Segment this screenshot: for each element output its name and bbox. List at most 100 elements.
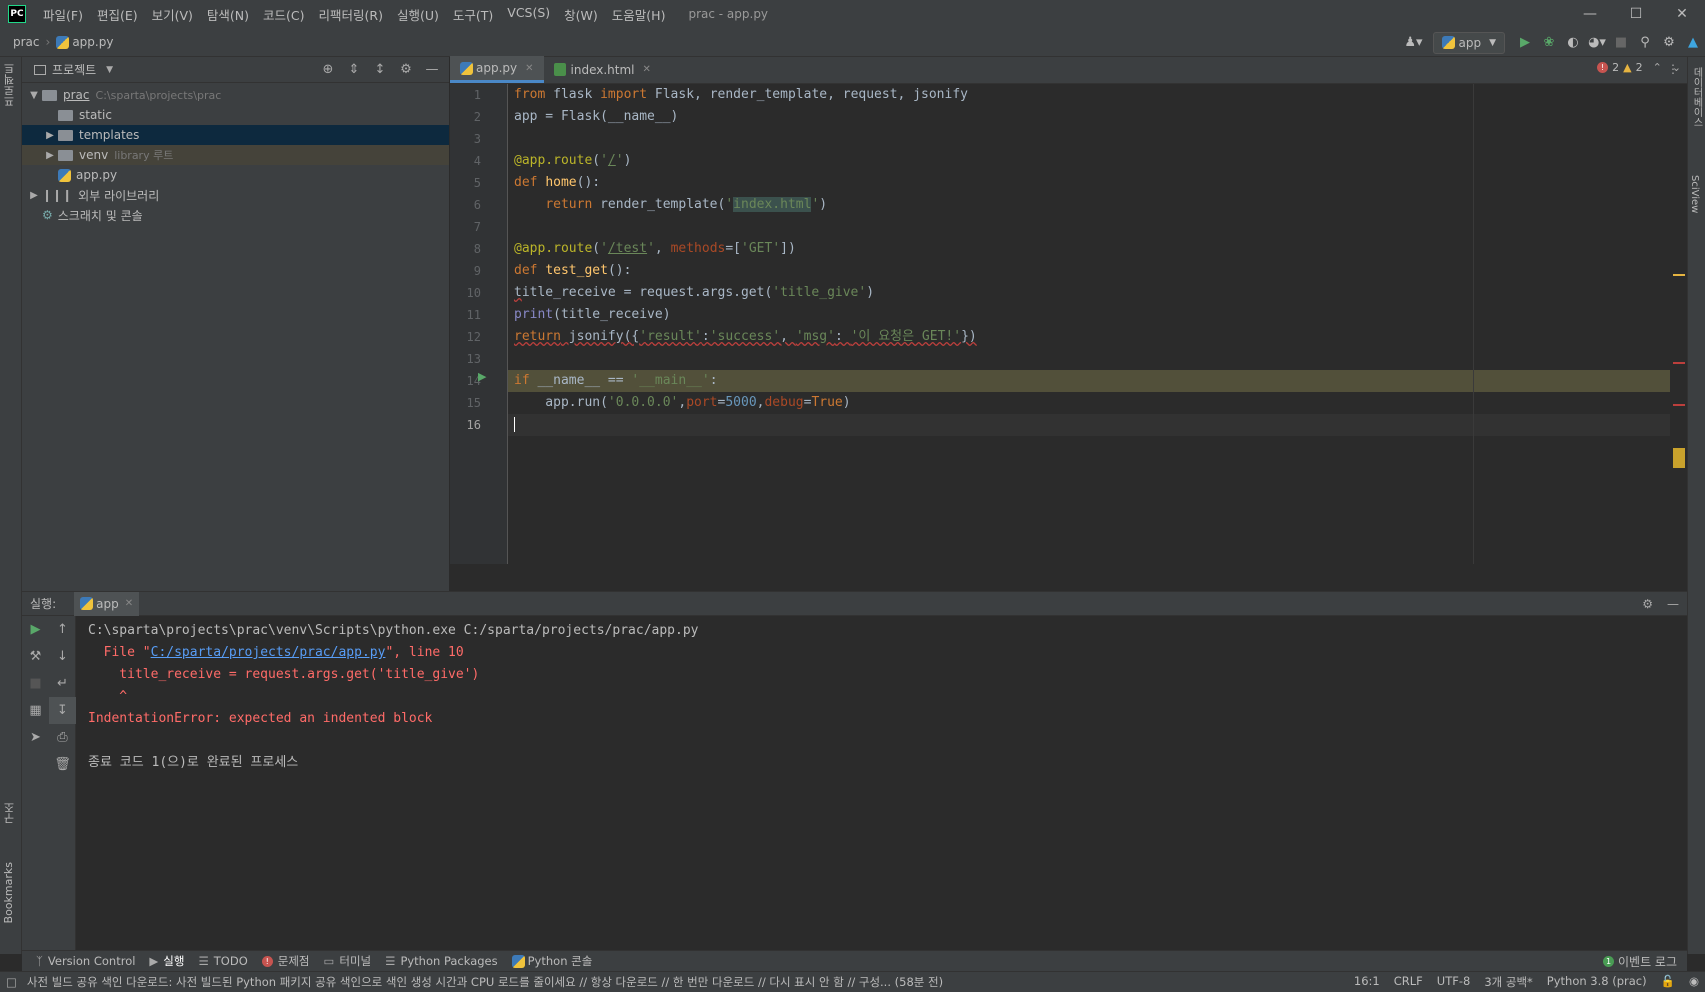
file-encoding[interactable]: UTF-8 [1437, 974, 1471, 990]
tab-index-html[interactable]: index.html ✕ [544, 56, 661, 83]
python-interpreter[interactable]: Python 3.8 (prac) [1547, 974, 1647, 990]
project-tool-tab[interactable]: 프로젝트 [2, 63, 18, 107]
jetbrains-toolbox-icon[interactable]: ▲ [1681, 35, 1705, 50]
close-icon[interactable]: ✕ [1659, 0, 1705, 28]
inspection-widget[interactable]: ! 2 ▲ 2 ⌃ ⌄ [1597, 61, 1681, 74]
rerun-icon[interactable]: ▶ [22, 616, 49, 643]
arrow-up-icon[interactable]: ↑ [49, 616, 76, 643]
arrow-down-icon[interactable]: ↓ [49, 643, 76, 670]
menu-view[interactable]: 보기(V) [145, 5, 200, 24]
tree-item-static[interactable]: static [22, 105, 449, 125]
chevron-down-icon[interactable]: ⌄ [1672, 61, 1681, 74]
tree-item-scratches[interactable]: ⚙ 스크래치 및 콘솔 [22, 205, 449, 225]
coverage-icon[interactable]: ◐ [1561, 35, 1585, 50]
tool-event-log[interactable]: 1 이벤트 로그 [1602, 953, 1677, 970]
structure-tool-tab[interactable]: 구조 [2, 802, 18, 824]
chevron-up-icon[interactable]: ⌃ [1653, 61, 1662, 74]
tool-todo[interactable]: ☰ TODO [198, 954, 247, 968]
tree-item-templates[interactable]: ▶ templates [22, 125, 449, 145]
tool-label: 이벤트 로그 [1617, 954, 1677, 969]
status-square-icon[interactable]: □ [0, 975, 17, 989]
user-icon[interactable]: ♟▾ [1401, 35, 1425, 50]
line-separator[interactable]: CRLF [1394, 974, 1423, 990]
database-tool-tab[interactable]: 데이터베이스 [1689, 67, 1704, 127]
status-message[interactable]: 사전 빌드 공유 색인 다운로드: 사전 빌드된 Python 패키지 공유 색… [17, 974, 1337, 990]
run-tab-app[interactable]: app ✕ [74, 591, 140, 616]
tool-python-packages[interactable]: ☰ Python Packages [385, 954, 498, 968]
maximize-icon[interactable]: ☐ [1613, 0, 1659, 28]
inspector-icon[interactable]: ◉ [1689, 974, 1699, 990]
close-icon[interactable]: ✕ [525, 63, 533, 74]
chevron-right-icon[interactable]: ▶ [42, 150, 58, 161]
run-configuration-select[interactable]: app ▼ [1433, 31, 1505, 54]
menu-edit[interactable]: 편집(E) [90, 5, 145, 24]
profile-icon[interactable]: ◕▾ [1585, 35, 1609, 50]
tree-item-venv[interactable]: ▶ venv library 루트 [22, 145, 449, 165]
stop-icon[interactable]: ■ [22, 670, 49, 697]
gear-icon[interactable]: ⚙ [393, 62, 419, 77]
indent-setting[interactable]: 3개 공백* [1484, 974, 1532, 990]
scroll-to-end-icon[interactable]: ↧ [49, 697, 76, 724]
expand-all-icon[interactable]: ⇕ [341, 62, 367, 77]
locate-icon[interactable]: ⊕ [315, 62, 341, 77]
tree-item-app-py[interactable]: app.py [22, 165, 449, 185]
menu-file[interactable]: 파일(F) [36, 5, 90, 24]
tab-app-py[interactable]: app.py ✕ [450, 56, 544, 83]
project-panel-title[interactable]: 프로젝트 [52, 61, 96, 78]
wrench-icon[interactable]: ⚒ [22, 643, 49, 670]
bookmarks-tool-tab[interactable]: Bookmarks [2, 862, 15, 923]
close-icon[interactable]: ✕ [643, 64, 651, 75]
tool-run[interactable]: ▶ 실행 [149, 953, 184, 969]
terminal-icon: ▭ [323, 954, 335, 968]
breadcrumb-project[interactable]: prac [13, 35, 40, 49]
collapse-all-icon[interactable]: ↕ [367, 62, 393, 77]
console-output[interactable]: C:\sparta\projects\prac\venv\Scripts\pyt… [88, 620, 698, 774]
tool-version-control[interactable]: ᛉ Version Control [36, 954, 135, 968]
folder-icon [58, 109, 73, 121]
stop-icon[interactable]: ■ [1609, 35, 1633, 50]
menu-code[interactable]: 코드(C) [256, 5, 311, 24]
sciview-tool-tab[interactable]: SciView [1689, 175, 1700, 213]
hide-icon[interactable]: — [419, 62, 445, 77]
debug-icon[interactable]: ❀ [1537, 35, 1561, 50]
breadcrumb-file[interactable]: app.py [72, 35, 113, 49]
line-number: 16 [466, 418, 481, 432]
run-icon[interactable]: ▶ [1513, 35, 1537, 50]
chevron-right-icon[interactable]: ▶ [26, 190, 42, 201]
layout-icon[interactable]: ▦ [22, 697, 49, 724]
menu-navigate[interactable]: 탐색(N) [200, 5, 256, 24]
tool-terminal[interactable]: ▭ 터미널 [324, 953, 372, 969]
minimize-icon[interactable]: — [1567, 0, 1613, 28]
chevron-down-icon[interactable]: ▼ [106, 65, 113, 75]
gear-icon[interactable]: ⚙ [1657, 35, 1681, 50]
tool-problems[interactable]: ! 문제점 [261, 953, 310, 969]
close-icon[interactable]: ✕ [125, 598, 133, 609]
code-editor[interactable]: from flask import Flask, render_template… [508, 84, 1670, 564]
error-stripe[interactable] [1673, 141, 1687, 541]
menu-tools[interactable]: 도구(T) [446, 5, 500, 24]
tree-item-external-libraries[interactable]: ▶ ❙❙❙ 외부 라이브러리 [22, 185, 449, 205]
trash-icon[interactable]: 🗑 [49, 751, 76, 778]
tab-label: index.html [570, 62, 635, 77]
gear-icon[interactable]: ⚙ [1642, 597, 1653, 611]
chevron-down-icon[interactable]: ▼ [26, 90, 42, 101]
tool-python-console[interactable]: Python 콘솔 [511, 953, 592, 969]
soft-wrap-icon[interactable]: ↵ [49, 670, 76, 697]
editor-tabs: app.py ✕ index.html ✕ ⋮ [450, 56, 1687, 84]
menu-run[interactable]: 실행(U) [390, 5, 446, 24]
caret-position[interactable]: 16:1 [1354, 974, 1380, 990]
print-icon[interactable]: ⎙ [49, 724, 76, 751]
menu-refactor[interactable]: 리팩터링(R) [312, 5, 390, 24]
run-gutter-icon[interactable]: ▶ [478, 370, 486, 383]
file-link[interactable]: C:/sparta/projects/prac/app.py [151, 645, 386, 660]
menu-help[interactable]: 도움말(H) [605, 5, 673, 24]
hide-icon[interactable]: — [1667, 597, 1679, 611]
lock-icon[interactable]: 🔓 [1661, 974, 1675, 990]
tree-item-prac[interactable]: ▼ prac C:\sparta\projects\prac [22, 85, 449, 105]
chevron-right-icon[interactable]: ▶ [42, 130, 58, 141]
pin-icon[interactable]: ➤ [22, 724, 49, 751]
chevron-right-icon: › [45, 35, 51, 49]
menu-vcs[interactable]: VCS(S) [500, 5, 557, 24]
menu-window[interactable]: 창(W) [557, 5, 605, 24]
search-icon[interactable]: ⚲ [1633, 35, 1657, 50]
